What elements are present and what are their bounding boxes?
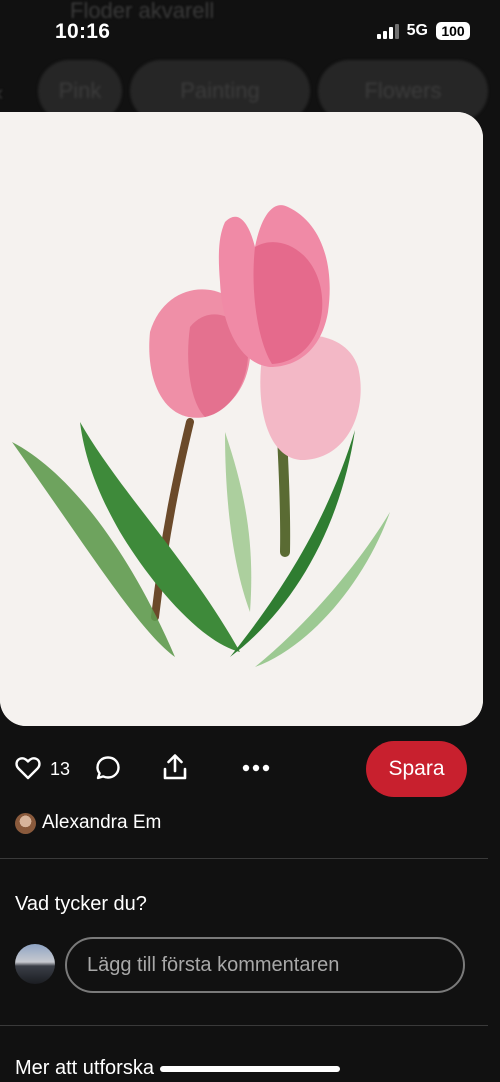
status-time: 10:16 xyxy=(55,20,111,43)
user-avatar xyxy=(15,944,55,984)
network-label: 5G xyxy=(406,22,428,39)
tulip-painting xyxy=(0,112,483,726)
comment-icon xyxy=(96,756,120,780)
home-indicator[interactable] xyxy=(160,1066,340,1072)
comment-button[interactable] xyxy=(94,754,122,782)
share-button[interactable] xyxy=(160,752,190,782)
author-avatar xyxy=(15,812,36,834)
like-button[interactable] xyxy=(14,754,42,782)
pin-actions: 13 Spara xyxy=(0,740,500,798)
battery-icon: 100 xyxy=(436,22,470,40)
more-button[interactable] xyxy=(240,754,272,782)
status-indicators: 5G 100 xyxy=(376,22,470,40)
pin-image[interactable] xyxy=(0,112,483,726)
signal-icon xyxy=(376,23,399,39)
more-icon xyxy=(242,764,270,772)
author-link[interactable]: Alexandra Em xyxy=(15,812,161,834)
author-name: Alexandra Em xyxy=(42,812,162,833)
comment-input[interactable] xyxy=(65,937,465,993)
share-icon xyxy=(163,754,187,780)
more-to-explore-heading: Mer att utforska xyxy=(15,1057,154,1079)
divider xyxy=(0,1025,488,1026)
comments-prompt: Vad tycker du? xyxy=(15,893,147,915)
heart-icon xyxy=(15,757,41,780)
like-count: 13 xyxy=(50,759,71,779)
back-icon: ‹ xyxy=(0,80,3,106)
divider xyxy=(0,858,488,859)
save-button[interactable]: Spara xyxy=(366,741,467,797)
